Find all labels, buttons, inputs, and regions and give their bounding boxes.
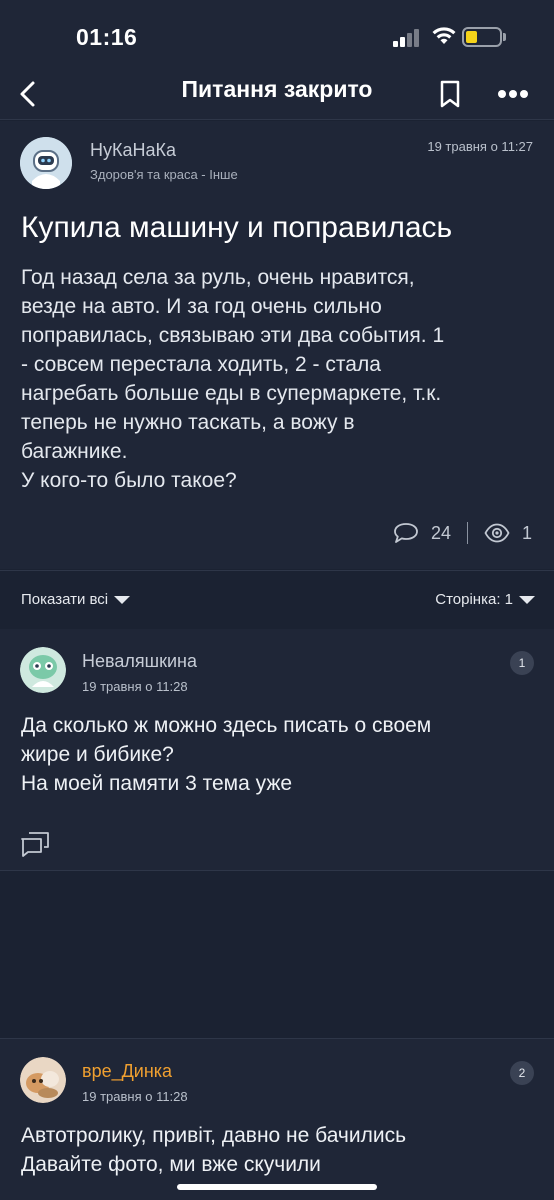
avatar[interactable] (20, 647, 66, 693)
author-name[interactable]: Неваляшкина (82, 651, 197, 672)
home-indicator[interactable] (177, 1184, 377, 1190)
author-name[interactable]: вре_Динка (82, 1061, 172, 1082)
quote-reply-icon[interactable] (20, 831, 50, 857)
bookmark-icon[interactable] (437, 76, 463, 112)
post-body: Да сколько ж можно здесь писать о своем … (21, 711, 431, 798)
page-title: Питання закрито (181, 76, 373, 102)
stats-divider (466, 522, 468, 544)
topic-body-line: теперь не нужно таскать, а вожу в (21, 411, 355, 434)
topic-body: Год назад села за руль, очень нравится, … (21, 263, 541, 495)
topic-title: Купила машину и поправилась (21, 211, 453, 244)
cartoon-avatar-icon (20, 647, 66, 693)
show-all-label: Показати всі (21, 591, 109, 608)
robot-avatar-icon (20, 137, 72, 189)
more-options-icon[interactable] (494, 76, 532, 112)
photo-avatar-icon (20, 1057, 66, 1103)
comments-count: 24 (430, 522, 451, 543)
topic-body-line: багажнике. (21, 440, 128, 463)
topic-body-line: - совсем перестала ходить, 2 - стала (21, 353, 381, 376)
post-body-line: Да сколько ж можно здесь писать о своем (21, 714, 432, 737)
battery-icon (462, 27, 502, 47)
reply-post: Неваляшкина 19 травня о 11:28 1 Да сколь… (0, 629, 554, 871)
avatar[interactable] (20, 1057, 66, 1103)
post-body-line: На моей памяти 3 тема уже (21, 772, 293, 795)
post-body-line: жире и бибике? (21, 743, 174, 766)
filter-bar: Показати всі Сторінка: 1 (0, 570, 554, 628)
chevron-down-icon (114, 595, 131, 604)
comment-icon (394, 523, 418, 543)
topic-stats: 24 1 (393, 519, 532, 547)
topic-body-line: поправилась, связываю эти два события. 1 (21, 324, 445, 347)
views-stat: 1 (484, 523, 532, 544)
topic-date: 19 травня о 11:27 (427, 139, 533, 154)
comments-stat[interactable]: 24 (393, 522, 451, 544)
topic-category[interactable]: Здоров'я та краса - Інше (90, 167, 238, 182)
cellular-signal-icon (393, 29, 421, 47)
page-label: Сторінка: 1 (435, 591, 513, 608)
chevron-down-icon (519, 595, 535, 604)
topic-card: НуКаНаКа Здоров'я та краса - Інше 19 тра… (0, 121, 554, 569)
post-number-badge: 2 (510, 1061, 534, 1085)
post-date: 19 травня о 11:28 (82, 679, 188, 694)
post-body-line: Давайте фото, ми вже скучили (21, 1153, 321, 1176)
post-body-line: Автотролику, привіт, давно не бачились (21, 1124, 407, 1147)
topic-body-line: везде на авто. И за год очень сильно (21, 295, 382, 318)
wifi-icon (432, 27, 456, 44)
topic-body-line: Год назад села за руль, очень нравится, (21, 266, 415, 289)
show-all-dropdown[interactable]: Показати всі (21, 591, 131, 608)
author-name[interactable]: НуКаНаКа (90, 140, 176, 161)
avatar[interactable] (20, 137, 72, 189)
post-date: 19 травня о 11:28 (82, 1089, 188, 1104)
views-count: 1 (521, 522, 532, 543)
status-time: 01:16 (76, 24, 138, 50)
page-dropdown[interactable]: Сторінка: 1 (435, 591, 535, 608)
reply-post: вре_Динка 19 травня о 11:28 2 Автотролик… (0, 1038, 554, 1200)
nav-bar: Питання закрито (0, 68, 554, 120)
topic-body-line: У кого-то было такое? (21, 469, 237, 492)
topic-body-line: нагребать больше еды в супермаркете, т.к… (21, 382, 442, 405)
post-number-badge: 1 (510, 651, 534, 675)
status-bar: 01:16 (0, 0, 554, 68)
eye-icon (484, 523, 510, 543)
post-body: Автотролику, привіт, давно не бачились Д… (21, 1121, 406, 1179)
